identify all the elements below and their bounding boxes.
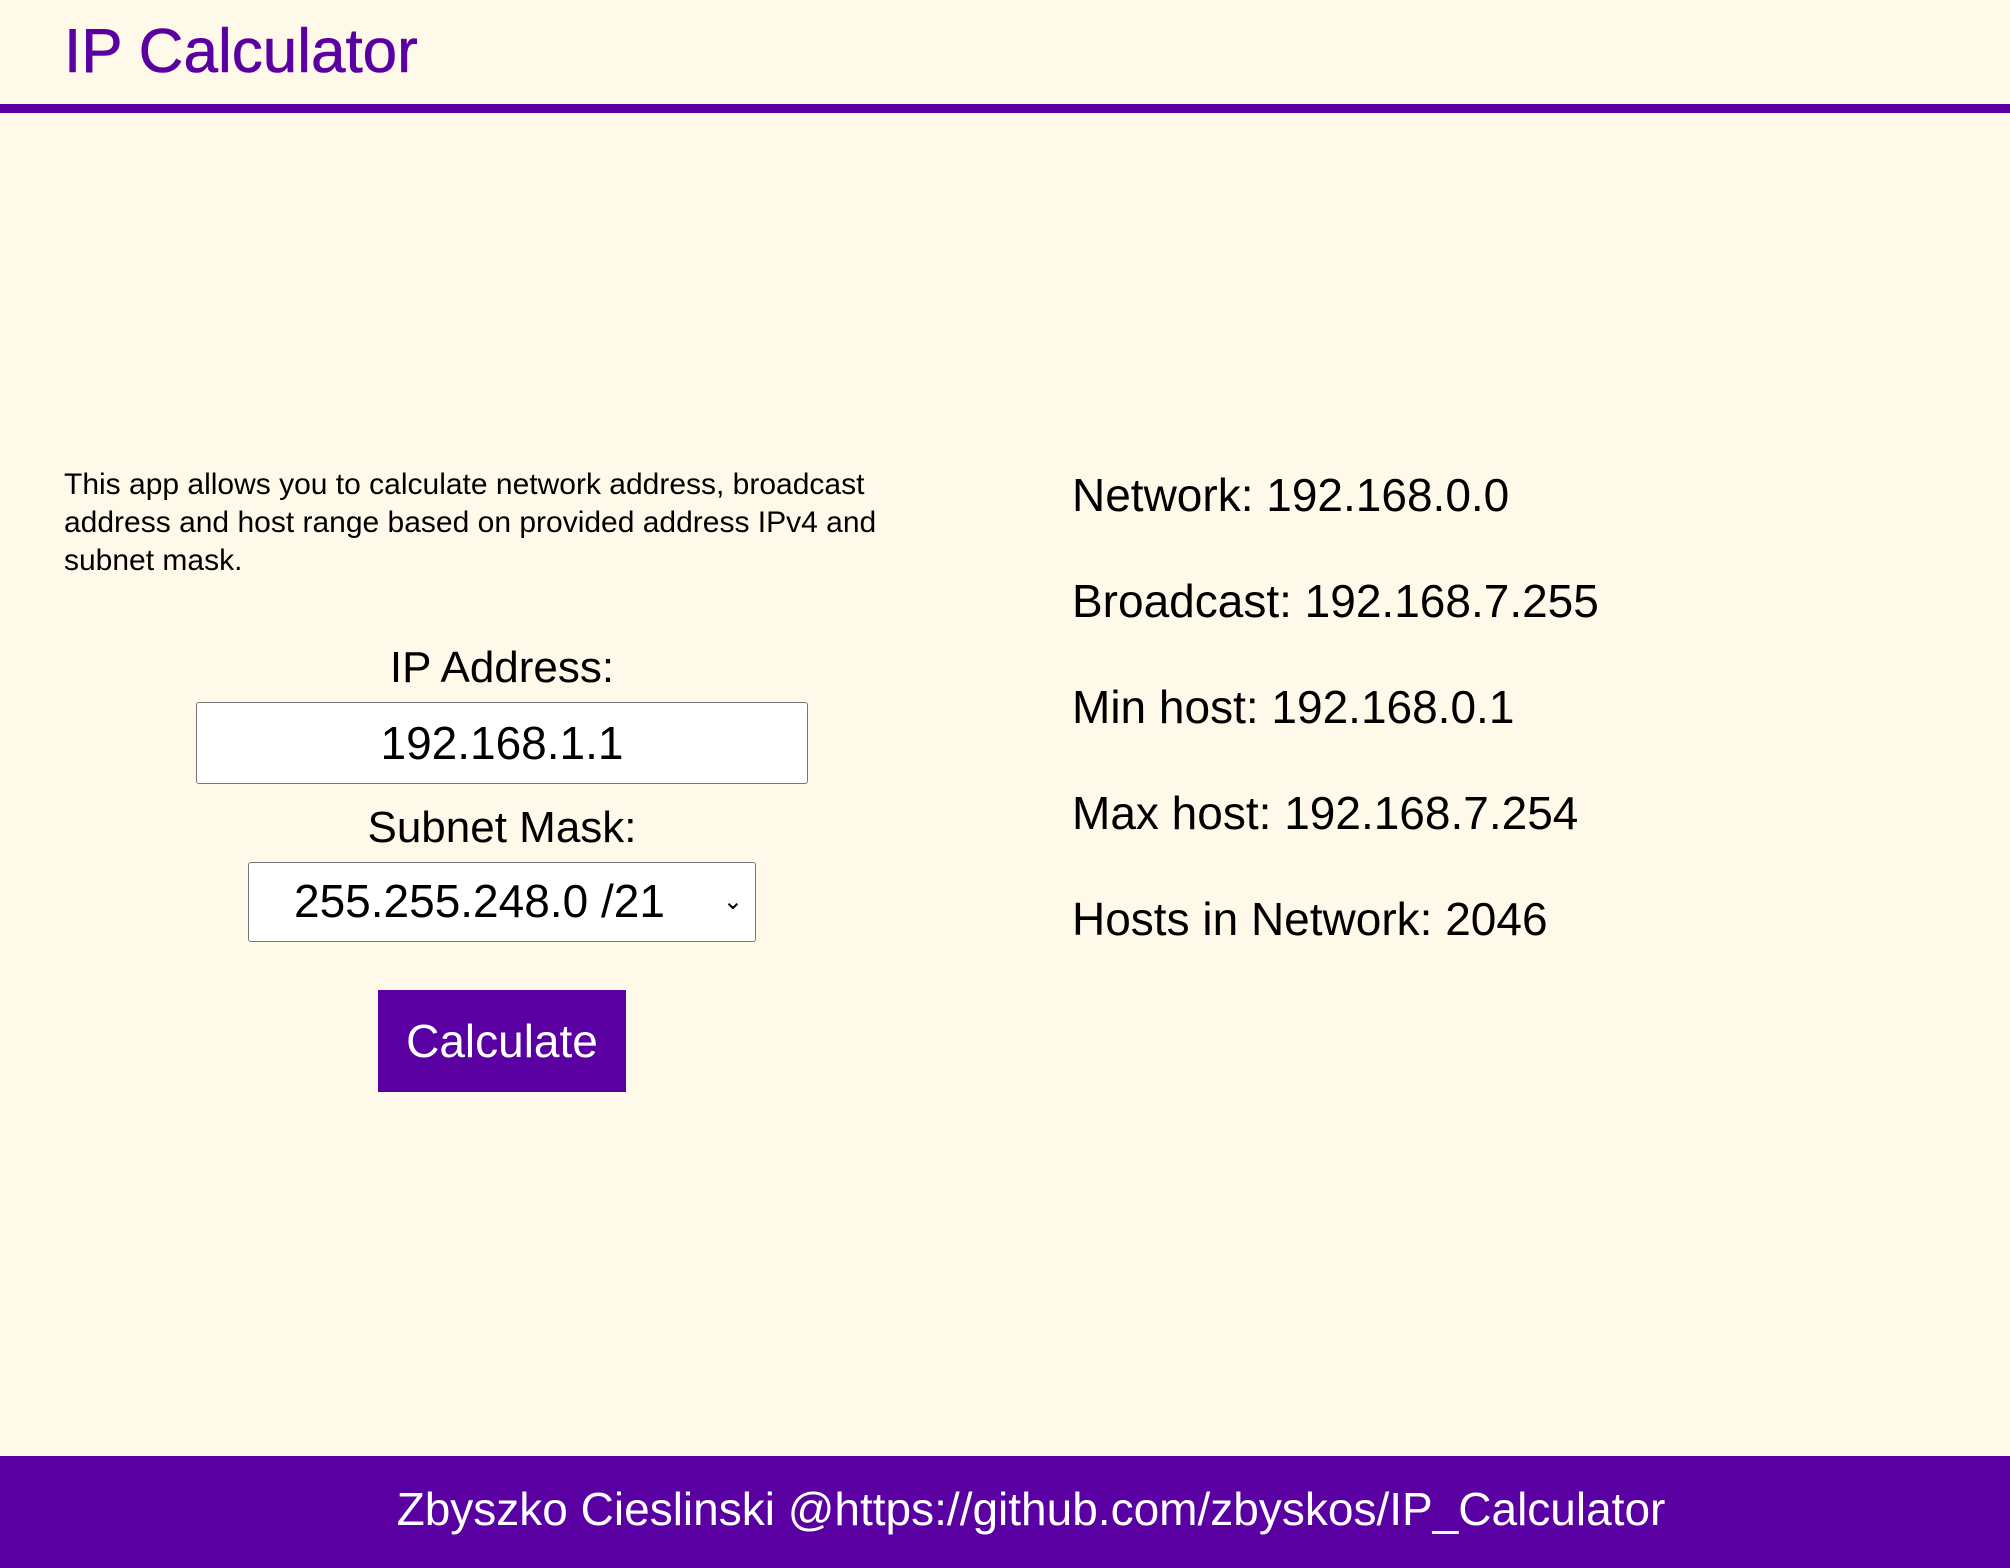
footer-credit: Zbyszko Cieslinski @https://github.com/z… (396, 1483, 1666, 1535)
subnet-mask-label: Subnet Mask: (367, 803, 637, 852)
result-min-host: Min host: 192.168.0.1 (1072, 681, 1515, 733)
calculator-form: IP Address: Subnet Mask: 255.255.248.0 /… (100, 636, 904, 1092)
app-description: This app allows you to calculate network… (64, 468, 877, 577)
page-header: IP Calculator (0, 0, 2010, 113)
chevron-down-icon: ⌄ (722, 888, 743, 915)
result-network: Network: 192.168.0.0 (1072, 469, 1510, 521)
page-title: IP Calculator (64, 17, 418, 87)
result-max-host: Max host: 192.168.7.254 (1072, 787, 1579, 839)
page-footer: Zbyszko Cieslinski @https://github.com/z… (0, 1456, 2010, 1568)
calculate-button[interactable]: Calculate (378, 990, 626, 1092)
result-broadcast: Broadcast: 192.168.7.255 (1072, 575, 1599, 627)
subnet-mask-select[interactable]: 255.255.248.0 /21 ⌄ (248, 862, 756, 942)
results-panel: Network: 192.168.0.0 Broadcast: 192.168.… (1072, 465, 1972, 995)
subnet-mask-selected-value: 255.255.248.0 /21 (294, 875, 665, 927)
result-hosts-count: Hosts in Network: 2046 (1072, 893, 1548, 945)
ip-address-input[interactable] (196, 702, 808, 784)
ip-address-label: IP Address: (389, 643, 615, 692)
